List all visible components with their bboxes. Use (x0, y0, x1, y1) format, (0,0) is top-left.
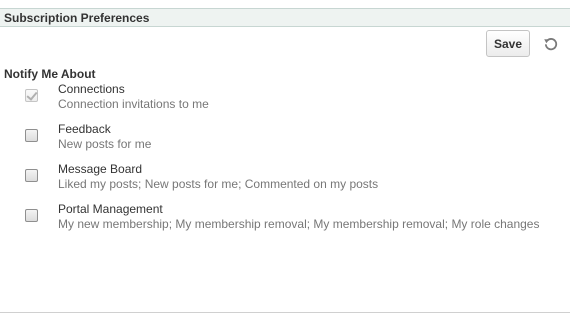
portal-management-description: My new membership; My membership removal… (58, 217, 540, 231)
message-board-checkbox[interactable] (25, 169, 38, 182)
checkmark-icon (26, 89, 38, 101)
message-board-label: Message Board (58, 162, 143, 176)
connections-description: Connection invitations to me (58, 97, 209, 111)
portal-management-label: Portal Management (58, 202, 163, 216)
save-button[interactable]: Save (486, 30, 530, 57)
pref-item-connections: Connections Connection invitations to me (0, 82, 570, 116)
notify-me-about-heading: Notify Me About (4, 67, 96, 81)
subscription-preferences-header: Subscription Preferences (0, 8, 570, 27)
feedback-checkbox[interactable] (25, 129, 38, 142)
pref-item-feedback: Feedback New posts for me (0, 122, 570, 156)
bottom-divider (0, 312, 570, 313)
message-board-description: Liked my posts; New posts for me; Commen… (58, 177, 379, 191)
feedback-description: New posts for me (58, 137, 152, 151)
revert-icon[interactable] (542, 35, 560, 53)
pref-item-message-board: Message Board Liked my posts; New posts … (0, 162, 570, 196)
connections-label: Connections (58, 82, 125, 96)
portal-management-checkbox[interactable] (25, 209, 38, 222)
feedback-label: Feedback (58, 122, 111, 136)
pref-item-portal-management: Portal Management My new membership; My … (0, 202, 570, 236)
connections-checkbox (25, 89, 38, 102)
panel-title: Subscription Preferences (4, 11, 150, 25)
